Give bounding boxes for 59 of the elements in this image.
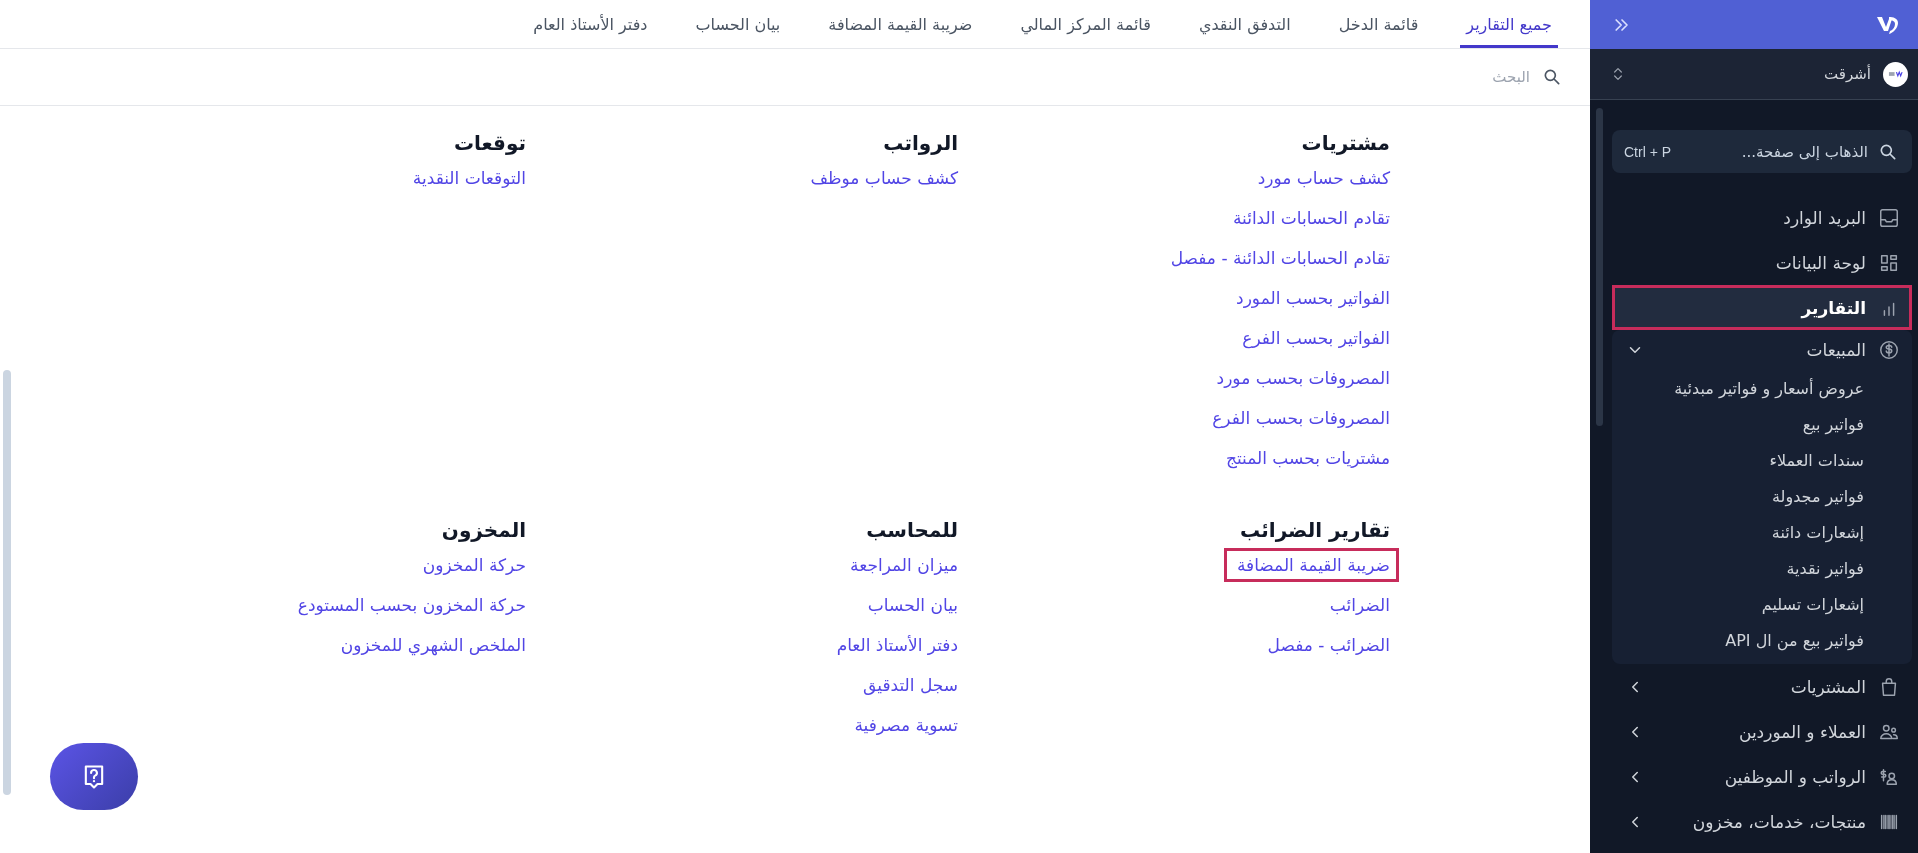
report-tab[interactable]: قائمة الدخل xyxy=(1332,0,1425,48)
report-tab[interactable]: جميع التقارير xyxy=(1460,0,1558,48)
submenu-item[interactable]: فواتير مجدولة xyxy=(1771,486,1864,506)
report-link[interactable]: ميزان المراجعة xyxy=(850,553,958,577)
submenu-item[interactable]: عروض أسعار و فواتير مبدئية xyxy=(1674,378,1864,398)
nav-item[interactable]: الرواتب و الموظفين xyxy=(1612,754,1912,799)
report-link[interactable]: المصروفات بحسب الفرع xyxy=(1212,406,1390,430)
report-link[interactable]: تقادم الحسابات الدائنة xyxy=(1232,206,1390,230)
section-title: تقارير الضرائب xyxy=(1240,517,1390,543)
section-title: مشتريات xyxy=(1301,130,1390,156)
logo-icon[interactable] xyxy=(1876,14,1900,35)
submenu-item[interactable]: فواتير بيع xyxy=(1802,414,1864,434)
submenu-item[interactable]: سندات العملاء xyxy=(1769,450,1864,470)
section-title: توقعات xyxy=(453,130,526,156)
report-tab[interactable]: ضريبة القيمة المضافة xyxy=(822,0,979,48)
report-link[interactable]: كشف حساب مورد xyxy=(1257,166,1390,190)
search-icon xyxy=(1542,67,1562,87)
report-tab[interactable]: قائمة المركز المالي xyxy=(1014,0,1157,48)
report-tab[interactable]: بيان الحساب xyxy=(689,0,787,48)
report-link[interactable]: سجل التدقيق xyxy=(863,673,958,697)
report-link[interactable]: الفواتير بحسب الفرع xyxy=(1242,326,1390,350)
nav-item[interactable]: منتجات، خدمات، مخزون xyxy=(1612,799,1912,844)
nav-item[interactable]: العملاء و الموردين xyxy=(1612,709,1912,754)
nav-item[interactable]: المشتريات xyxy=(1612,664,1912,709)
scrollbar[interactable] xyxy=(3,370,11,795)
keyboard-shortcut: Ctrl + P xyxy=(1624,143,1672,160)
report-tab[interactable]: دفتر الأستاذ العام xyxy=(527,0,654,48)
company-avatar xyxy=(1883,61,1908,87)
submenu-item[interactable]: فواتير بيع من ال API xyxy=(1725,630,1864,650)
report-link[interactable]: مشتريات بحسب المنتج xyxy=(1225,446,1390,470)
nav-item[interactable]: لوحة البيانات xyxy=(1612,240,1912,285)
submenu-item[interactable]: إشعارات دائنة xyxy=(1771,522,1864,542)
inbox-icon xyxy=(1878,206,1900,229)
report-link[interactable]: تقادم الحسابات الدائنة - مفصل xyxy=(1170,246,1390,270)
report-link[interactable]: الملخص الشهري للمخزون xyxy=(340,633,526,657)
section-title: الرواتب xyxy=(883,130,958,156)
report-link[interactable]: الضرائب - مفصل xyxy=(1267,633,1390,657)
report-link[interactable]: حركة المخزون بحسب المستودع xyxy=(297,593,526,617)
report-link[interactable]: بيان الحساب xyxy=(867,593,958,617)
nav-item[interactable]: التقارير xyxy=(1612,285,1912,330)
report-link[interactable]: الفواتير بحسب المورد xyxy=(1236,286,1390,310)
report-link[interactable]: الضرائب xyxy=(1329,593,1390,617)
report-link[interactable]: حركة المخزون xyxy=(422,553,526,577)
goto-page-input[interactable]: الذهاب إلى صفحة... xyxy=(1679,141,1870,162)
dollar-icon xyxy=(1878,339,1900,361)
report-link[interactable]: المصروفات بحسب مورد xyxy=(1216,366,1390,390)
submenu-item[interactable]: فواتير نقدية xyxy=(1786,558,1864,578)
report-link[interactable]: ضريبة القيمة المضافة xyxy=(1223,548,1399,582)
report-link[interactable]: تسوية مصرفية xyxy=(854,713,958,737)
scrollbar[interactable] xyxy=(1596,108,1603,426)
section-title: المخزون xyxy=(441,517,526,543)
report-link[interactable]: التوقعات النقدية xyxy=(412,166,526,190)
report-link[interactable]: دفتر الأستاذ العام xyxy=(836,633,958,657)
submenu-item[interactable]: إشعارات تسليم xyxy=(1761,594,1864,614)
nav-item[interactable]: البريد الوارد xyxy=(1612,195,1912,240)
section-title: للمحاسب xyxy=(866,517,958,543)
report-tab[interactable]: التدفق النقدي xyxy=(1192,0,1297,48)
nav-item[interactable]: المبيعات xyxy=(1612,330,1912,370)
report-link[interactable]: كشف حساب موظف xyxy=(810,166,958,190)
